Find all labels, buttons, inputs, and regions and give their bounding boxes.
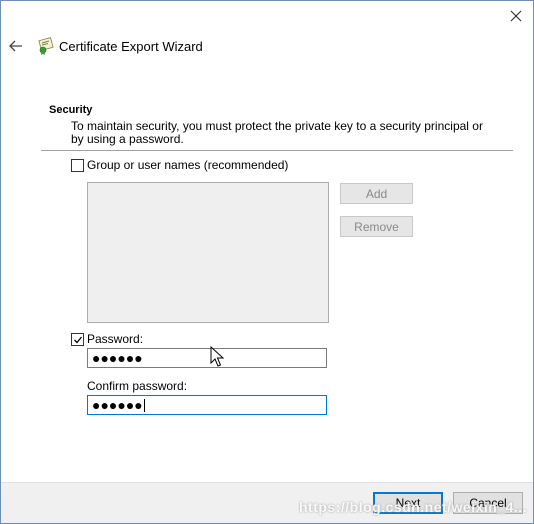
back-arrow-icon xyxy=(9,40,22,52)
group-names-label: Group or user names (recommended) xyxy=(87,158,289,172)
header-separator xyxy=(41,150,513,151)
checkmark-icon xyxy=(73,336,82,343)
password-input[interactable]: ●●●●●● xyxy=(87,348,327,368)
remove-button[interactable]: Remove xyxy=(340,216,413,237)
confirm-password-label: Confirm password: xyxy=(87,379,188,393)
mouse-pointer-icon xyxy=(210,346,225,367)
password-label: Password: xyxy=(87,332,144,346)
close-button[interactable] xyxy=(503,5,529,27)
section-description: To maintain security, you must protect t… xyxy=(71,119,483,146)
group-names-checkbox[interactable] xyxy=(71,159,84,172)
watermark-text: https://blog.csdn.net/weixin_4... xyxy=(299,499,528,515)
section-heading: Security xyxy=(49,104,93,116)
close-icon xyxy=(510,10,522,22)
confirm-password-input[interactable]: ●●●●●● xyxy=(87,395,327,415)
back-button[interactable] xyxy=(7,37,25,55)
window-title: Certificate Export Wizard xyxy=(59,39,203,54)
add-button[interactable]: Add xyxy=(340,183,413,204)
confirm-password-value: ●●●●●● xyxy=(92,397,143,413)
password-value: ●●●●●● xyxy=(92,350,143,366)
certificate-icon xyxy=(38,37,54,55)
text-caret xyxy=(143,398,145,412)
password-checkbox[interactable] xyxy=(71,333,84,346)
group-names-list xyxy=(87,182,329,323)
wizard-window: Certificate Export Wizard Security To ma… xyxy=(0,0,534,524)
